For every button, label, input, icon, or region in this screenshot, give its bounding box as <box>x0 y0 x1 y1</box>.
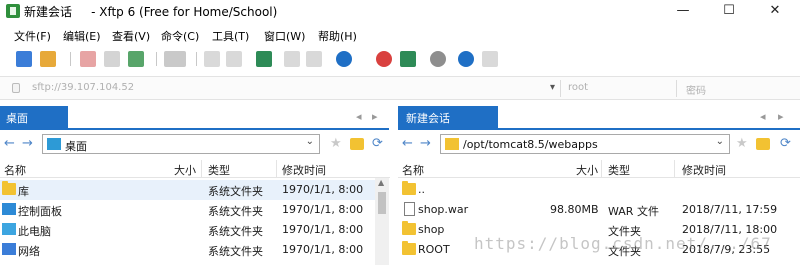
host-dropdown-chevron-icon[interactable]: ▾ <box>550 82 555 93</box>
list-item[interactable]: 库 系统文件夹 1970/1/1, 8:00 <box>0 180 375 200</box>
path-dropdown-icon[interactable]: ⌄ <box>716 136 724 147</box>
back-arrow-icon[interactable]: ← <box>402 136 413 151</box>
left-tab-prev-icon[interactable]: ◂ <box>356 110 362 123</box>
watermark: https://blog.csdn.net/.../67 <box>474 234 772 253</box>
menu-bar: 文件(F) 编辑(E) 查看(V) 命令(C) 工具(T) 窗口(W) 帮助(H… <box>0 26 800 44</box>
new-folder-icon[interactable] <box>350 138 364 150</box>
help-icon[interactable] <box>458 51 474 67</box>
xftp-app-icon <box>6 4 20 18</box>
scroll-up-icon[interactable]: ▲ <box>378 178 384 187</box>
forward-arrow-icon[interactable]: → <box>420 136 431 151</box>
right-tab-next-icon[interactable]: ▸ <box>778 110 784 123</box>
maximize-button[interactable]: ☐ <box>706 0 752 22</box>
username-input[interactable]: root <box>568 82 588 93</box>
right-tab-prev-icon[interactable]: ◂ <box>760 110 766 123</box>
col-modified[interactable]: 修改时间 <box>682 162 726 178</box>
password-input[interactable]: 密码 <box>686 82 706 97</box>
col-type[interactable]: 类型 <box>608 162 630 178</box>
address-bar: sftp://39.107.104.52 ▾ root 密码 <box>0 76 800 100</box>
window-title: 新建会话 - Xftp 6 (Free for Home/School) <box>24 5 278 19</box>
minimize-button[interactable]: — <box>660 0 706 22</box>
refresh-icon[interactable]: ⟳ <box>372 136 383 151</box>
computer-icon <box>2 223 16 235</box>
title-bar: 新建会话 - Xftp 6 (Free for Home/School) — ☐… <box>0 0 800 22</box>
sync-icon[interactable] <box>256 51 272 67</box>
folder-icon <box>402 241 416 255</box>
left-column-header: 名称 大小 类型 修改时间 <box>0 160 390 178</box>
library-icon <box>2 181 16 195</box>
folder-icon <box>402 181 416 195</box>
col-name[interactable]: 名称 <box>4 162 26 178</box>
col-modified[interactable]: 修改时间 <box>282 162 326 178</box>
refresh-icon[interactable] <box>128 51 144 67</box>
new-folder-icon[interactable] <box>756 138 770 150</box>
left-path-field[interactable]: 桌面 ⌄ <box>42 134 320 154</box>
paste-icon[interactable] <box>226 51 242 67</box>
col-size[interactable]: 大小 <box>174 162 196 178</box>
network-icon <box>2 243 16 255</box>
xshell-icon[interactable] <box>376 51 392 67</box>
folder-icon <box>445 138 459 150</box>
menu-command[interactable]: 命令(C) <box>161 28 199 44</box>
menu-help[interactable]: 帮助(H) <box>318 28 357 44</box>
xftp-icon[interactable] <box>400 51 416 67</box>
file-icon <box>404 202 415 216</box>
list-item[interactable]: .. <box>398 180 800 200</box>
list-item[interactable]: 控制面板 系统文件夹 1970/1/1, 8:00 <box>0 200 375 220</box>
disconnect-icon[interactable] <box>80 51 96 67</box>
left-pane-strip <box>0 128 389 130</box>
right-pane-strip <box>398 128 800 130</box>
globe-icon[interactable] <box>336 51 352 67</box>
open-folder-icon[interactable] <box>40 51 56 67</box>
close-button[interactable]: ✕ <box>752 0 798 22</box>
remote-path-field[interactable]: /opt/tomcat8.5/webapps ⌄ <box>440 134 730 154</box>
col-size[interactable]: 大小 <box>576 162 598 178</box>
chat-icon[interactable] <box>482 51 498 67</box>
folder-icon <box>402 221 416 235</box>
new-session-icon[interactable] <box>16 51 32 67</box>
menu-view[interactable]: 查看(V) <box>112 28 150 44</box>
gear-icon[interactable] <box>430 51 446 67</box>
control-panel-icon <box>2 203 16 215</box>
right-nav-row: ← → /opt/tomcat8.5/webapps ⌄ ★ ⟳ <box>398 132 800 156</box>
star-icon[interactable]: ★ <box>736 136 748 151</box>
copy-icon[interactable] <box>204 51 220 67</box>
menu-file[interactable]: 文件(F) <box>14 28 51 44</box>
reconnect-icon[interactable] <box>104 51 120 67</box>
forward-arrow-icon[interactable]: → <box>22 136 33 151</box>
tab-remote-session[interactable]: 新建会话 <box>398 106 498 128</box>
menu-tools[interactable]: 工具(T) <box>212 28 249 44</box>
tab-local-desktop[interactable]: 桌面 <box>0 106 68 128</box>
star-icon[interactable]: ★ <box>330 136 342 151</box>
list-item[interactable]: 网络 系统文件夹 1970/1/1, 8:00 <box>0 240 375 260</box>
scroll-thumb[interactable] <box>378 192 386 214</box>
list-item[interactable]: 此电脑 系统文件夹 1970/1/1, 8:00 <box>0 220 375 240</box>
view-icon[interactable] <box>164 51 186 67</box>
left-tab-next-icon[interactable]: ▸ <box>372 110 378 123</box>
lock-icon <box>12 83 20 93</box>
desktop-icon <box>47 138 61 150</box>
col-type[interactable]: 类型 <box>208 162 230 178</box>
refresh-icon[interactable]: ⟳ <box>780 136 791 151</box>
props-icon[interactable] <box>284 51 300 67</box>
back-arrow-icon[interactable]: ← <box>4 136 15 151</box>
delete-icon[interactable] <box>306 51 322 67</box>
left-scrollbar[interactable]: ▲ <box>375 178 389 265</box>
list-item[interactable]: shop.war 98.80MB WAR 文件 2018/7/11, 17:59 <box>398 200 800 220</box>
host-input[interactable]: sftp://39.107.104.52 <box>32 82 134 93</box>
toolbar <box>0 46 800 72</box>
right-column-header: 名称 大小 类型 修改时间 <box>398 160 800 178</box>
col-name[interactable]: 名称 <box>402 162 424 178</box>
left-nav-row: ← → 桌面 ⌄ ★ ⟳ <box>0 132 390 156</box>
path-dropdown-icon[interactable]: ⌄ <box>306 136 314 147</box>
menu-edit[interactable]: 编辑(E) <box>63 28 101 44</box>
menu-window[interactable]: 窗口(W) <box>264 28 305 44</box>
